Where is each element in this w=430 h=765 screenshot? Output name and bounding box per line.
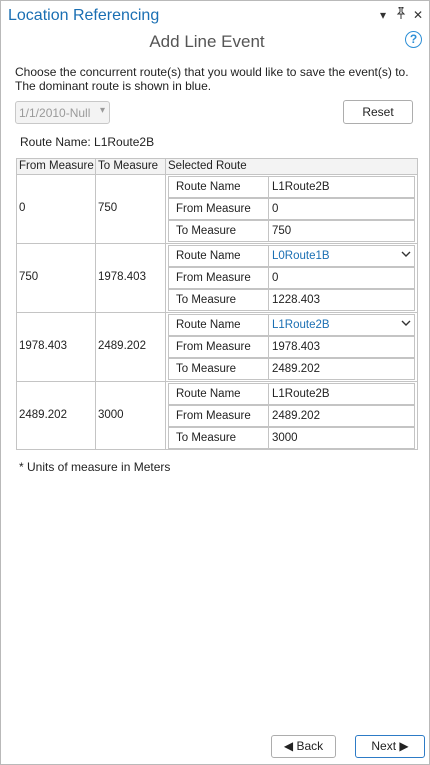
pane-titlebar: Location Referencing ▾ ✕ (1, 1, 429, 31)
route-name-value: L1Route2B (272, 388, 330, 400)
to-measure-label: To Measure (176, 294, 237, 306)
close-icon[interactable]: ✕ (411, 7, 425, 23)
route-name-label: Route Name: L1Route2B (20, 135, 155, 149)
route-from-measure-field: From Measure 2489.202 (168, 405, 415, 427)
from-measure-label: From Measure (176, 341, 251, 353)
chevron-down-icon[interactable] (401, 249, 411, 262)
row-from-measure: 0 (19, 202, 26, 214)
chevron-down-icon: ▾ (99, 105, 105, 116)
dialog-title: Add Line Event (149, 32, 265, 51)
route-name-value: L1Route2B (272, 181, 330, 193)
to-measure-value: 2489.202 (272, 363, 320, 375)
pin-icon[interactable] (394, 6, 408, 23)
header-to-measure: To Measure (98, 160, 159, 172)
field-divider (268, 337, 269, 357)
field-divider (268, 246, 269, 266)
route-name-field: Route Name L1Route2B (168, 176, 415, 198)
route-to-measure-field: To Measure 3000 (168, 427, 415, 449)
field-divider (268, 359, 269, 379)
route-name-label: Route Name (176, 388, 241, 400)
from-measure-value: 1978.403 (272, 341, 320, 353)
row-from-measure: 1978.403 (19, 340, 67, 352)
header-selected-route: Selected Route (168, 160, 247, 172)
route-from-measure-field: From Measure 1978.403 (168, 336, 415, 358)
route-name-label: Route Name (176, 319, 241, 331)
route-name-dropdown[interactable]: Route Name L0Route1B (168, 245, 415, 267)
header-from-measure: From Measure (19, 160, 94, 172)
route-name-field: Route Name L1Route2B (168, 383, 415, 405)
field-divider (268, 177, 269, 197)
to-measure-value: 3000 (272, 432, 298, 444)
route-to-measure-field: To Measure 2489.202 (168, 358, 415, 380)
from-measure-label: From Measure (176, 410, 251, 422)
reset-button[interactable]: Reset (343, 100, 413, 124)
from-measure-value: 0 (272, 203, 279, 215)
to-measure-value: 1228.403 (272, 294, 320, 306)
field-divider (268, 221, 269, 241)
from-measure-value: 2489.202 (272, 410, 320, 422)
field-divider (268, 428, 269, 448)
to-measure-label: To Measure (176, 432, 237, 444)
route-name-label: Route Name (176, 250, 241, 262)
from-measure-label: From Measure (176, 272, 251, 284)
row-to-measure: 3000 (98, 409, 124, 421)
field-divider (268, 290, 269, 310)
table-row: 750 1978.403 Route Name L0Route1B From M… (17, 244, 417, 313)
row-from-measure: 2489.202 (19, 409, 67, 421)
grid-header: From Measure To Measure Selected Route (17, 159, 417, 175)
field-divider (268, 315, 269, 335)
next-button[interactable]: Next ▶ (355, 735, 425, 758)
route-name-value[interactable]: L1Route2B (272, 319, 330, 331)
route-name-label: Route Name (176, 181, 241, 193)
concurrent-routes-grid: From Measure To Measure Selected Route 0… (16, 158, 418, 450)
from-measure-label: From Measure (176, 203, 251, 215)
field-divider (268, 384, 269, 404)
route-to-measure-field: To Measure 750 (168, 220, 415, 242)
row-from-measure: 750 (19, 271, 39, 283)
pane-title: Location Referencing (8, 7, 160, 24)
route-name-value[interactable]: L0Route1B (272, 250, 330, 262)
table-row: 1978.403 2489.202 Route Name L1Route2B F… (17, 313, 417, 382)
to-measure-label: To Measure (176, 363, 237, 375)
date-range-value: 1/1/2010-Null (19, 106, 91, 120)
help-icon[interactable]: ? (405, 31, 422, 48)
route-from-measure-field: From Measure 0 (168, 198, 415, 220)
row-to-measure: 1978.403 (98, 271, 146, 283)
to-measure-value: 750 (272, 225, 292, 237)
field-divider (268, 268, 269, 288)
back-button[interactable]: ◀ Back (271, 735, 336, 758)
route-to-measure-field: To Measure 1228.403 (168, 289, 415, 311)
row-to-measure: 2489.202 (98, 340, 146, 352)
route-from-measure-field: From Measure 0 (168, 267, 415, 289)
field-divider (268, 406, 269, 426)
to-measure-label: To Measure (176, 225, 237, 237)
row-to-measure: 750 (98, 202, 118, 214)
units-note: * Units of measure in Meters (19, 460, 171, 474)
from-measure-value: 0 (272, 272, 279, 284)
table-row: 0 750 Route Name L1Route2B From Measure … (17, 175, 417, 244)
chevron-down-icon[interactable]: ▾ (376, 7, 390, 23)
chevron-down-icon[interactable] (401, 318, 411, 331)
field-divider (268, 199, 269, 219)
location-referencing-pane: Location Referencing ▾ ✕ Add Line Event … (0, 0, 430, 765)
route-name-dropdown[interactable]: Route Name L1Route2B (168, 314, 415, 336)
table-row: 2489.202 3000 Route Name L1Route2B From … (17, 382, 417, 451)
instructions-text: Choose the concurrent route(s) that you … (15, 65, 409, 93)
date-range-select: 1/1/2010-Null ▾ (15, 101, 110, 124)
